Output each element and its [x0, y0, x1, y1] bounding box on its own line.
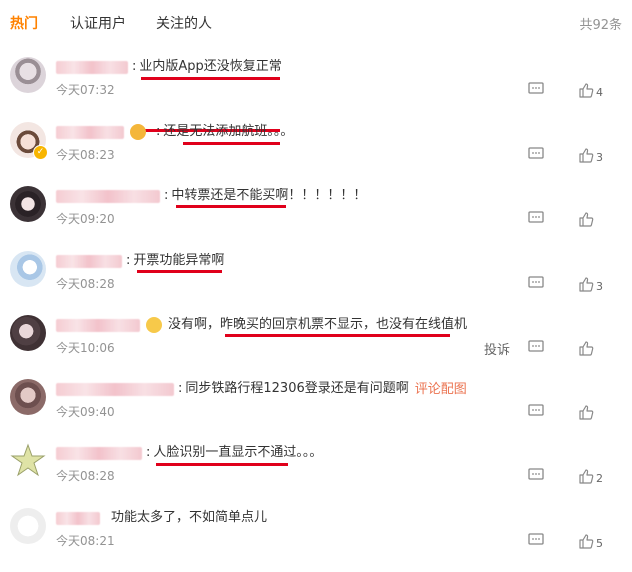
comment-text: 功能太多了，不如简单点儿 — [111, 510, 268, 525]
red-underline-annotation — [225, 334, 450, 337]
thumbs-up-icon — [579, 148, 594, 163]
comment-item: : 业内版App还没恢复正常 今天07:32 4 — [0, 57, 632, 132]
comment-text: 人脸识别一直显示不通过。。。 — [153, 445, 323, 460]
comment-item: : 开票功能异常啊 今天08:28 3 — [0, 251, 632, 315]
like-count: 3 — [596, 151, 603, 164]
thumbs-up-icon — [579, 341, 594, 356]
reply-icon[interactable] — [528, 81, 544, 100]
like-button[interactable]: 3 — [578, 275, 603, 294]
comment-text: 中转票还是不能买啊！！！！！！ — [171, 188, 367, 203]
like-button[interactable]: 5 — [578, 532, 603, 551]
thinking-emoji-icon — [146, 317, 162, 333]
username[interactable] — [56, 382, 174, 396]
comment-text: 还是无法添加航班。。。 — [163, 124, 294, 139]
like-button[interactable]: 4 — [578, 81, 603, 100]
username[interactable] — [56, 318, 140, 332]
reply-icon[interactable] — [528, 210, 544, 229]
reply-icon[interactable] — [528, 146, 544, 165]
tab-following[interactable]: 关注的人 — [156, 13, 212, 33]
tab-verified-users[interactable]: 认证用户 — [70, 13, 126, 33]
thumbs-up-icon — [579, 534, 594, 549]
reply-icon[interactable] — [528, 403, 544, 422]
comment-item: : 同步铁路行程12306登录还是有问题啊 评论配图 今天09:40 — [0, 379, 632, 443]
comment-text: 同步铁路行程12306登录还是有问题啊 — [185, 381, 409, 396]
username[interactable] — [56, 189, 160, 203]
thumbs-up-icon — [579, 277, 594, 292]
like-count: 5 — [596, 537, 603, 550]
comment-item: : 人脸识别一直显示不通过。。。 今天08:28 2 — [0, 443, 632, 507]
like-button[interactable] — [578, 403, 596, 422]
badge-emoji-icon — [130, 124, 146, 140]
comment-text: 开票功能异常啊 — [133, 253, 225, 268]
comment-item: ✓ : 还是无法添加航班。。。 今天08:23 3 — [0, 122, 632, 186]
reply-icon[interactable] — [528, 275, 544, 294]
red-underline-annotation — [137, 270, 222, 273]
username[interactable] — [56, 446, 142, 460]
thumbs-up-icon — [579, 469, 594, 484]
comment-image-link[interactable]: 评论配图 — [415, 382, 467, 397]
like-button[interactable] — [578, 210, 596, 229]
comment-text: 业内版App还没恢复正常 — [139, 59, 282, 74]
red-underline-annotation — [183, 142, 280, 145]
username[interactable] — [56, 60, 128, 74]
comment-tabs: 热门 认证用户 关注的人 共92条 — [0, 0, 632, 44]
username[interactable] — [56, 125, 124, 139]
tab-hot[interactable]: 热门 — [10, 13, 38, 33]
comment-text: 没有啊，昨晚买的回京机票不显示，也没有在线值机 — [168, 317, 468, 332]
like-button[interactable]: 3 — [578, 146, 603, 165]
username[interactable] — [56, 254, 122, 268]
comment-item: 没有啊，昨晚买的回京机票不显示，也没有在线值机 今天10:06 投诉 — [0, 315, 632, 379]
comment-item: : 中转票还是不能买啊！！！！！！ 今天09:20 — [0, 186, 632, 250]
red-underline-annotation — [156, 463, 288, 466]
red-underline-annotation — [176, 205, 286, 208]
red-underline-annotation — [141, 77, 280, 80]
thumbs-up-icon — [579, 83, 594, 98]
comment-item: 功能太多了，不如简单点儿 今天08:21 5 — [0, 508, 632, 572]
like-count: 4 — [596, 86, 603, 99]
like-count: 3 — [596, 280, 603, 293]
like-button[interactable]: 2 — [578, 467, 603, 486]
report-button[interactable]: 投诉 — [484, 339, 510, 358]
reply-icon[interactable] — [528, 532, 544, 551]
like-button[interactable] — [578, 339, 596, 358]
reply-icon[interactable] — [528, 339, 544, 358]
username[interactable] — [56, 511, 100, 525]
like-count: 2 — [596, 472, 603, 485]
thumbs-up-icon — [579, 212, 594, 227]
thumbs-up-icon — [579, 405, 594, 420]
reply-icon[interactable] — [528, 467, 544, 486]
comment-total-count: 共92条 — [579, 18, 622, 33]
